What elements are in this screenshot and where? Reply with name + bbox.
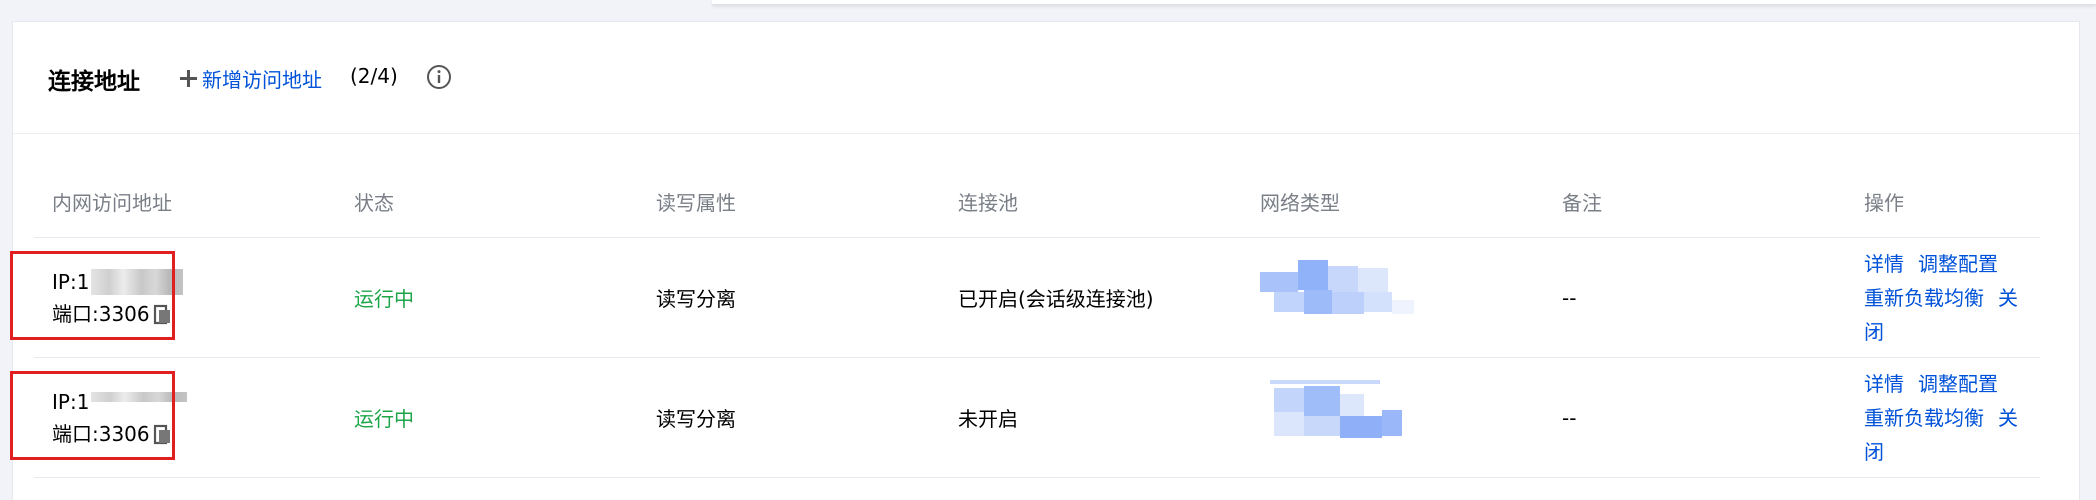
table-row: IP:1 端口:3306 运行中 读写分离 未开启 -- 详情 调整配置 重新负… xyxy=(10,357,2040,478)
network-type-redacted xyxy=(1260,260,1420,330)
adjust-config-link[interactable]: 调整配置 xyxy=(1918,372,1998,396)
rw-cell: 读写分离 xyxy=(638,357,940,478)
rebalance-link[interactable]: 重新负载均衡 xyxy=(1864,286,1984,310)
add-access-address-button[interactable]: 新增访问地址 xyxy=(178,64,322,93)
adjust-config-link[interactable]: 调整配置 xyxy=(1918,252,1998,276)
rebalance-link[interactable]: 重新负载均衡 xyxy=(1864,406,1984,430)
address-cell: IP:1 端口:3306 xyxy=(10,357,336,478)
header-private-address: 内网访问地址 xyxy=(34,165,336,238)
header-network-type: 网络类型 xyxy=(1242,165,1544,238)
pool-cell: 未开启 xyxy=(940,357,1242,478)
card-header: 连接地址 新增访问地址 (2/4) xyxy=(13,22,2079,134)
address-count: (2/4) xyxy=(350,64,398,88)
top-panel-edge xyxy=(712,0,2096,5)
header-rw-attribute: 读写属性 xyxy=(638,165,940,238)
table-row: IP:1 端口:3306 运行中 读写分离 已开启(会话级连接池) -- 详情 … xyxy=(10,237,2040,358)
connection-address-table: 内网访问地址 状态 读写属性 连接池 网络类型 备注 操作 IP:1 端口:33… xyxy=(10,165,2040,478)
details-link[interactable]: 详情 xyxy=(1864,252,1904,276)
rw-cell: 读写分离 xyxy=(638,237,940,358)
info-circle-icon[interactable] xyxy=(426,64,452,90)
highlight-box xyxy=(10,371,175,460)
header-actions: 操作 xyxy=(1846,165,2040,238)
table-header-row: 内网访问地址 状态 读写属性 连接池 网络类型 备注 操作 xyxy=(34,165,2040,238)
status-cell: 运行中 xyxy=(336,357,638,478)
highlight-box xyxy=(10,251,175,340)
remark-cell: -- xyxy=(1544,237,1846,358)
remark-cell: -- xyxy=(1544,357,1846,478)
plus-icon xyxy=(180,70,197,87)
network-type-cell xyxy=(1242,357,1544,478)
details-link[interactable]: 详情 xyxy=(1864,372,1904,396)
header-status: 状态 xyxy=(336,165,638,238)
header-connection-pool: 连接池 xyxy=(940,165,1242,238)
actions-cell: 详情 调整配置 重新负载均衡 关闭 xyxy=(1846,357,2040,478)
network-type-redacted xyxy=(1260,380,1420,450)
status-cell: 运行中 xyxy=(336,237,638,358)
actions-cell: 详情 调整配置 重新负载均衡 关闭 xyxy=(1846,237,2040,358)
network-type-cell xyxy=(1242,237,1544,358)
section-title: 连接地址 xyxy=(48,69,140,95)
pool-cell: 已开启(会话级连接池) xyxy=(940,237,1242,358)
header-remark: 备注 xyxy=(1544,165,1846,238)
address-cell: IP:1 端口:3306 xyxy=(10,237,336,358)
add-access-address-label: 新增访问地址 xyxy=(202,68,322,92)
status-running: 运行中 xyxy=(354,287,414,311)
status-running: 运行中 xyxy=(354,407,414,431)
